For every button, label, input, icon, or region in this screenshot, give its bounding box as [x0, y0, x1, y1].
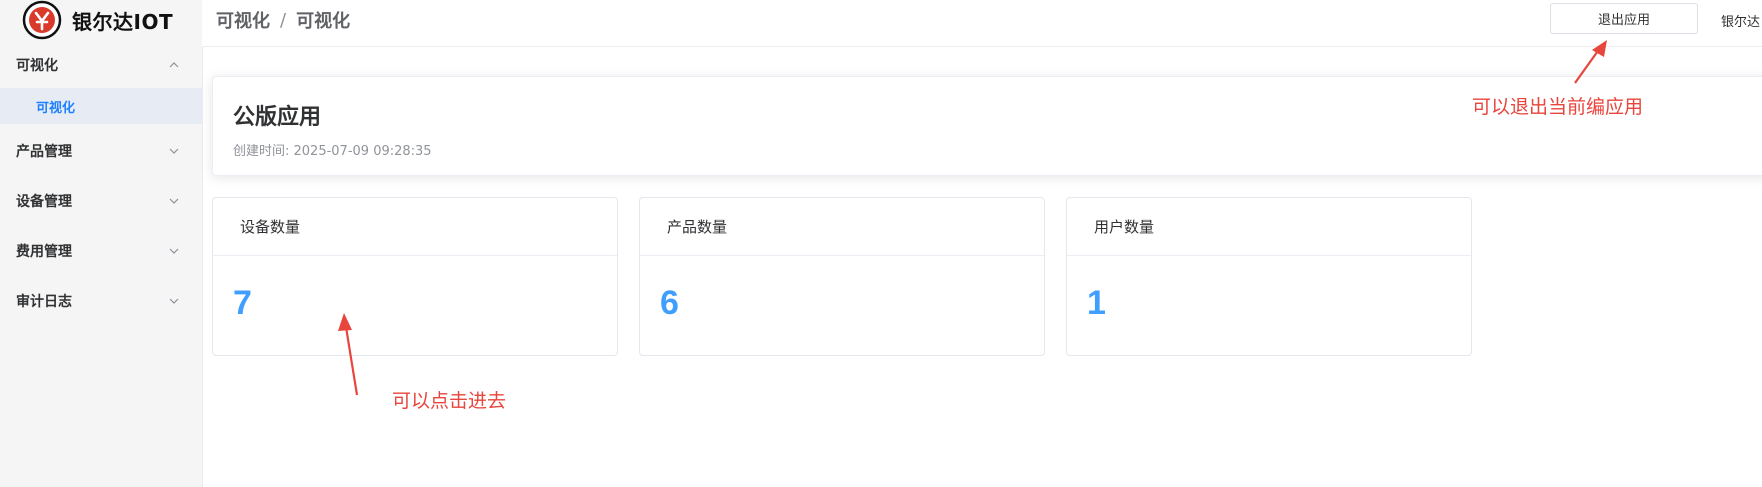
chevron-down-icon	[169, 298, 179, 304]
sidebar-item-devices[interactable]: 设备管理	[0, 176, 202, 226]
sidebar-menu: 可视化 可视化 产品管理 设备管理 费用管理 审计日志	[0, 50, 202, 326]
sidebar-item-label: 设备管理	[16, 194, 72, 210]
sidebar-item-visualization[interactable]: 可视化	[0, 50, 202, 80]
brand[interactable]: 银尔达IOT	[22, 0, 173, 40]
user-count-card[interactable]: 用户数量 1	[1066, 197, 1472, 356]
stat-card-header: 用户数量	[1067, 198, 1471, 256]
app-created-time: 创建时间: 2025-07-09 09:28:35	[233, 144, 432, 159]
stat-value: 6	[660, 284, 679, 322]
breadcrumb: 可视化 / 可视化	[216, 0, 350, 40]
stat-card-header: 产品数量	[640, 198, 1044, 256]
chevron-up-icon	[169, 62, 179, 68]
chevron-down-icon	[169, 248, 179, 254]
sidebar: 银尔达IOT 可视化 可视化 产品管理 设备管理 费用管理 审计日志	[0, 0, 203, 487]
click-annotation-note: 可以点击进去	[392, 390, 507, 412]
breadcrumb-item-current: 可视化	[296, 11, 351, 32]
sidebar-item-label: 审计日志	[16, 294, 72, 310]
top-header: 可视化 / 可视化 退出应用 银尔达	[202, 0, 1762, 47]
sidebar-subitem-visualization[interactable]: 可视化	[0, 88, 202, 124]
stat-card-header: 设备数量	[213, 198, 617, 256]
brand-logo-icon	[22, 0, 62, 40]
stat-value: 1	[1087, 284, 1106, 322]
sidebar-item-billing[interactable]: 费用管理	[0, 226, 202, 276]
chevron-down-icon	[169, 148, 179, 154]
chevron-down-icon	[169, 198, 179, 204]
sidebar-subitem-label: 可视化	[36, 100, 76, 116]
sidebar-item-audit-log[interactable]: 审计日志	[0, 276, 202, 326]
brand-name: 银尔达IOT	[72, 9, 174, 34]
sidebar-item-label: 产品管理	[16, 144, 72, 160]
sidebar-item-products[interactable]: 产品管理	[0, 126, 202, 176]
app-title: 公版应用	[233, 105, 322, 130]
device-count-card[interactable]: 设备数量 7	[212, 197, 618, 356]
product-count-card[interactable]: 产品数量 6	[639, 197, 1045, 356]
breadcrumb-separator: /	[280, 9, 287, 31]
exit-app-button[interactable]: 退出应用	[1550, 3, 1698, 34]
sidebar-item-label: 可视化	[16, 58, 58, 74]
app-info-card: 公版应用 创建时间: 2025-07-09 09:28:35	[212, 76, 1762, 176]
exit-annotation-note: 可以退出当前编应用	[1472, 96, 1644, 118]
stat-value: 7	[233, 284, 252, 322]
breadcrumb-item[interactable]: 可视化	[216, 7, 270, 33]
sidebar-item-label: 费用管理	[16, 244, 72, 260]
user-menu[interactable]: 银尔达	[1721, 11, 1760, 30]
